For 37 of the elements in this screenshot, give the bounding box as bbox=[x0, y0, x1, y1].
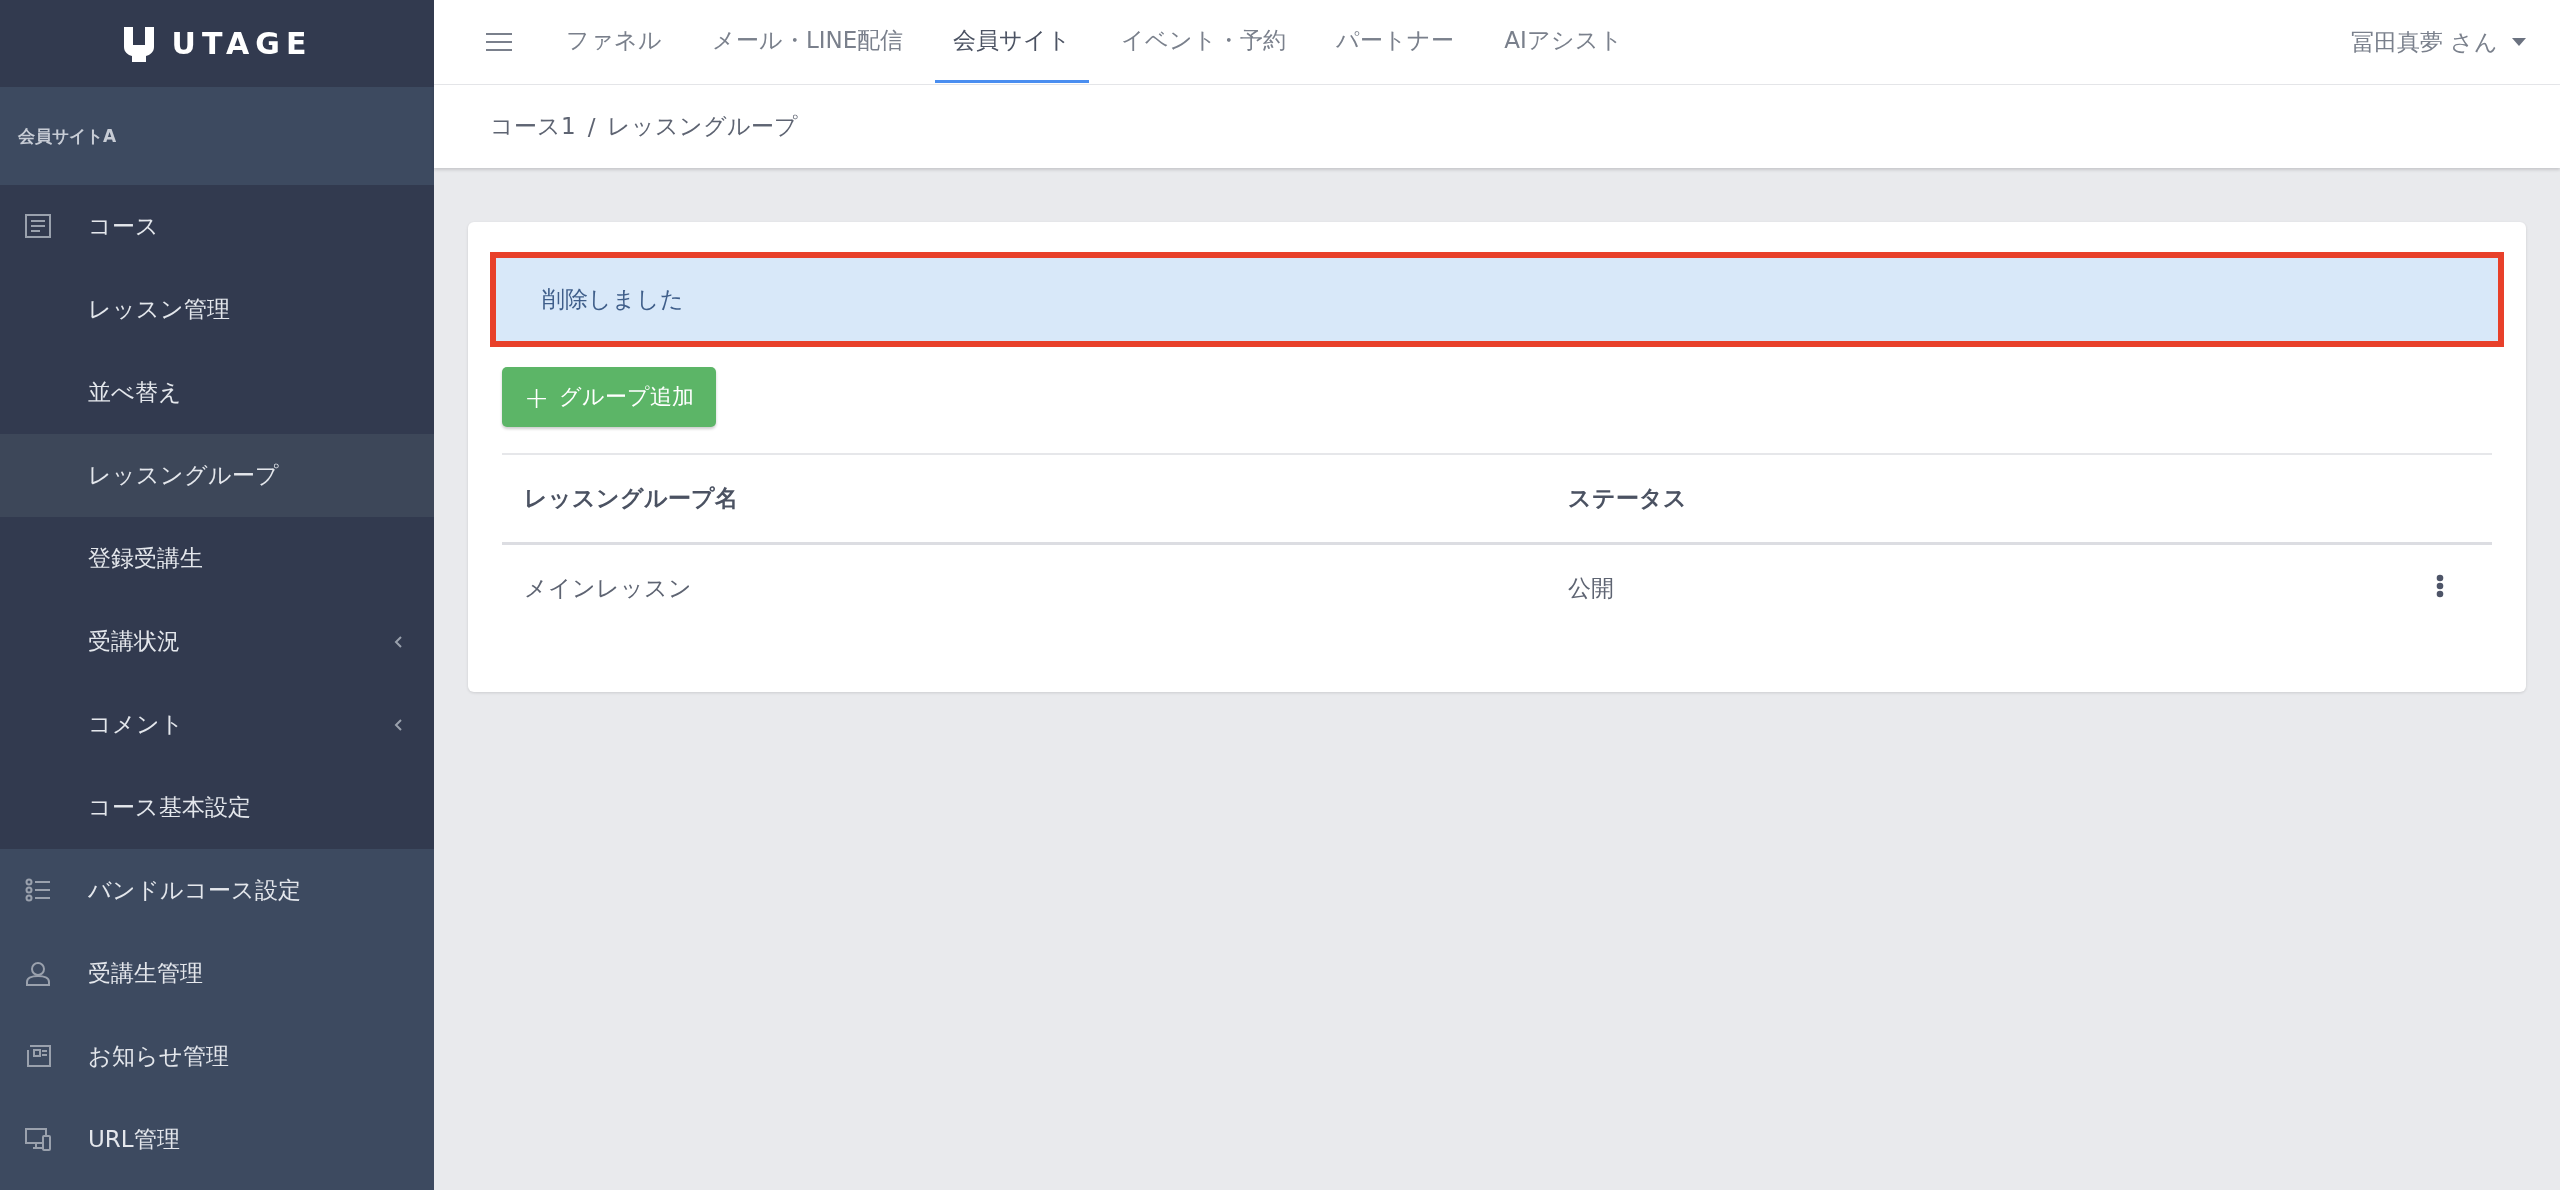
nav-tab[interactable]: ファネル bbox=[548, 1, 680, 83]
nav-tab[interactable]: AIアシスト bbox=[1486, 1, 1641, 83]
sidebar-subitem[interactable]: レッスン管理 bbox=[0, 268, 434, 351]
sidebar-subitem[interactable]: 並べ替え bbox=[0, 351, 434, 434]
nav-tab[interactable]: イベント・予約 bbox=[1103, 1, 1305, 83]
success-alert: 削除しました bbox=[490, 252, 2504, 347]
list-icon bbox=[25, 877, 51, 904]
section-title: 会員サイトA bbox=[18, 124, 117, 148]
breadcrumb-separator: / bbox=[587, 113, 596, 140]
menu-icon bbox=[486, 32, 512, 52]
document-icon bbox=[25, 213, 51, 240]
breadcrumb-item: レッスングループ bbox=[607, 112, 799, 141]
sidebar-item[interactable]: お知らせ管理 bbox=[0, 1015, 434, 1098]
sidebar-item[interactable]: URL管理 bbox=[0, 1098, 434, 1181]
sidebar-item[interactable]: コース bbox=[0, 185, 434, 268]
kebab-menu-icon[interactable] bbox=[2436, 574, 2444, 598]
sidebar-subitem[interactable]: 受講状況 bbox=[0, 600, 434, 683]
nav-tab[interactable]: メール・LINE配信 bbox=[694, 1, 922, 83]
column-header: レッスングループ名 bbox=[502, 454, 1546, 544]
column-header: ステータス bbox=[1546, 454, 2388, 544]
user-menu[interactable]: 冨田真夢 さん bbox=[2350, 26, 2526, 58]
newspaper-icon bbox=[25, 1043, 51, 1070]
sidebar-subitem[interactable]: 登録受講生 bbox=[0, 517, 434, 600]
sidebar-item[interactable]: 受講生管理 bbox=[0, 932, 434, 1015]
breadcrumb-item[interactable]: コース1 bbox=[490, 111, 576, 142]
user-icon bbox=[25, 960, 51, 987]
caret-down-icon bbox=[2512, 38, 2526, 46]
wrench-logo-icon bbox=[121, 24, 156, 63]
sidebar-subitem[interactable]: コメント bbox=[0, 683, 434, 766]
table-cell: メインレッスン bbox=[502, 543, 1546, 632]
sidebar-subitem[interactable]: レッスングループ bbox=[0, 434, 434, 517]
logo-text: UTAGE bbox=[171, 26, 313, 61]
table-cell: 公開 bbox=[1546, 543, 2388, 632]
devices-icon bbox=[25, 1126, 51, 1153]
sidebar-subitem[interactable]: コース基本設定 bbox=[0, 766, 434, 849]
sidebar-item[interactable]: バンドルコース設定 bbox=[0, 849, 434, 932]
nav-tab[interactable]: パートナー bbox=[1318, 1, 1473, 83]
